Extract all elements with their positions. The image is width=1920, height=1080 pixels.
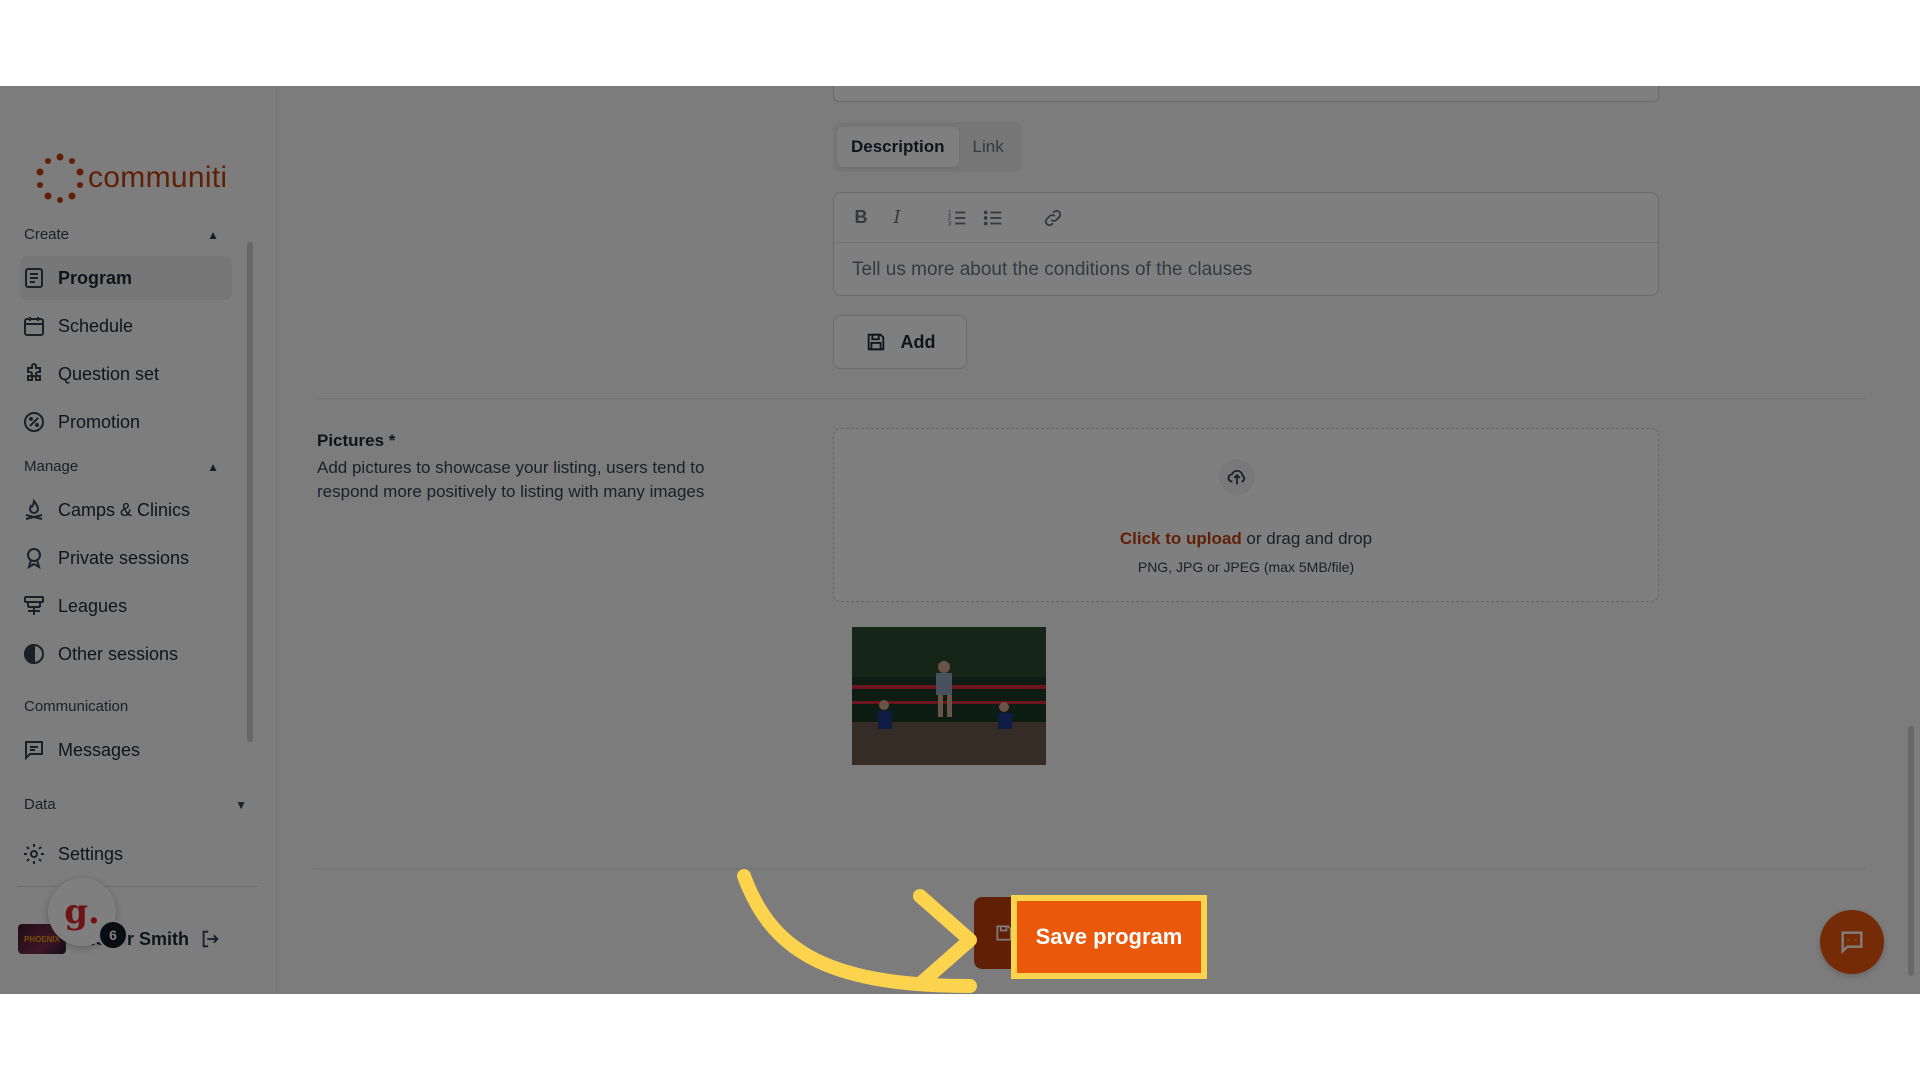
italic-icon[interactable]: I bbox=[886, 207, 908, 229]
sidebar-item-label: Settings bbox=[58, 843, 124, 864]
app-frame: communiti Create ▲ Program Schedule Ques… bbox=[0, 86, 1920, 994]
chat-widget-button[interactable] bbox=[1820, 910, 1884, 974]
chevron-up-icon: ▲ bbox=[207, 227, 219, 242]
sidebar-scrollbar[interactable] bbox=[247, 242, 253, 742]
save-icon bbox=[867, 333, 884, 351]
puzzle-icon bbox=[27, 363, 41, 381]
editor-toolbar: B I 123 bbox=[834, 193, 1658, 243]
logout-icon[interactable] bbox=[199, 928, 221, 950]
chevron-up-icon: ▲ bbox=[207, 459, 219, 474]
award-icon bbox=[27, 548, 41, 570]
upload-text: or drag and drop bbox=[1241, 529, 1373, 548]
message-icon bbox=[25, 741, 43, 761]
sidebar-item-messages[interactable]: Messages bbox=[20, 728, 232, 772]
sidebar-item-camps-clinics[interactable]: Camps & Clinics bbox=[20, 488, 232, 532]
section-label: Manage bbox=[24, 458, 79, 475]
rich-text-editor[interactable]: B I 123 Tell us more about the condition… bbox=[833, 192, 1659, 296]
pointer-arrow-icon bbox=[737, 869, 977, 993]
pictures-description: Add pictures to showcase your listing, u… bbox=[317, 458, 705, 501]
sidebar-item-label: Schedule bbox=[58, 315, 134, 336]
upload-instructions: Click to upload or drag and drop bbox=[834, 529, 1658, 549]
logo-text: communiti bbox=[88, 161, 228, 194]
sidebar-item-private-sessions[interactable]: Private sessions bbox=[20, 536, 232, 580]
sidebar-item-question-set[interactable]: Question set bbox=[20, 352, 232, 396]
campfire-icon bbox=[25, 498, 43, 520]
editor-tabs: Description Link bbox=[833, 122, 1022, 172]
sidebar-item-label: Program bbox=[58, 267, 133, 288]
sidebar-item-label: Camps & Clinics bbox=[58, 499, 191, 520]
sidebar-item-program[interactable]: Program bbox=[20, 256, 232, 300]
sidebar-item-promotion[interactable]: Promotion bbox=[20, 400, 232, 444]
sidebar-item-label: Promotion bbox=[58, 411, 141, 432]
sidebar-item-leagues[interactable]: Leagues bbox=[20, 584, 232, 628]
ordered-list-icon[interactable]: 123 bbox=[946, 207, 968, 229]
click-to-upload-link[interactable]: Click to upload bbox=[1120, 529, 1242, 548]
divider bbox=[316, 398, 1866, 399]
half-circle-icon bbox=[24, 643, 44, 665]
add-button-label: Add bbox=[900, 331, 936, 352]
logo[interactable]: communiti bbox=[34, 152, 227, 204]
sidebar-item-label: Other sessions bbox=[58, 643, 179, 664]
section-label: Create bbox=[24, 226, 70, 243]
gear-icon bbox=[24, 844, 44, 864]
upload-dropzone[interactable]: Click to upload or drag and drop PNG, JP… bbox=[833, 428, 1659, 602]
tab-link[interactable]: Link bbox=[959, 127, 1018, 167]
sidebar-item-label: Messages bbox=[58, 739, 141, 760]
bold-icon[interactable]: B bbox=[850, 207, 872, 229]
sidebar-item-label: Private sessions bbox=[58, 547, 190, 568]
divider bbox=[316, 868, 1866, 869]
bullet-list-icon[interactable] bbox=[982, 207, 1004, 229]
highlight-box bbox=[1011, 895, 1207, 979]
percent-badge-icon bbox=[24, 412, 44, 432]
sidebar-item-schedule[interactable]: Schedule bbox=[20, 304, 232, 348]
upload-cloud-icon bbox=[1219, 459, 1255, 495]
sidebar-item-label: Leagues bbox=[58, 595, 128, 616]
section-data[interactable]: Data ▼ bbox=[24, 796, 247, 813]
sidebar-item-other-sessions[interactable]: Other sessions bbox=[20, 632, 232, 676]
uploaded-picture-thumbnail[interactable] bbox=[852, 627, 1046, 765]
calendar-icon bbox=[24, 317, 44, 336]
bracket-icon bbox=[24, 596, 44, 615]
add-button[interactable]: Add bbox=[833, 315, 967, 369]
sidebar-item-label: Question set bbox=[58, 363, 160, 384]
chat-icon bbox=[1841, 931, 1863, 955]
text-input[interactable] bbox=[833, 86, 1659, 102]
section-label: Communication bbox=[24, 698, 129, 715]
upload-hint: PNG, JPG or JPEG (max 5MB/file) bbox=[1137, 559, 1355, 575]
chevron-down-icon: ▼ bbox=[235, 797, 247, 812]
section-create[interactable]: Create ▲ bbox=[24, 226, 219, 243]
notification-count-badge: 6 bbox=[98, 920, 128, 950]
svg-text:3: 3 bbox=[948, 220, 952, 227]
section-manage[interactable]: Manage ▲ bbox=[24, 458, 219, 475]
document-list-icon bbox=[25, 268, 43, 288]
main-content: Description Link B I 123 Tell us more ab… bbox=[278, 86, 1920, 994]
link-icon[interactable] bbox=[1042, 207, 1064, 229]
tab-description[interactable]: Description bbox=[837, 127, 959, 167]
logo-ring-icon bbox=[36, 153, 84, 203]
section-label: Data bbox=[24, 796, 56, 813]
editor-placeholder: Tell us more about the conditions of the… bbox=[852, 259, 1253, 280]
section-communication: Communication bbox=[24, 698, 219, 715]
sidebar: communiti Create ▲ Program Schedule Ques… bbox=[0, 86, 277, 994]
sidebar-item-settings[interactable]: Settings bbox=[20, 832, 232, 876]
pictures-title: Pictures * bbox=[317, 431, 396, 450]
main-scrollbar[interactable] bbox=[1908, 726, 1914, 976]
divider bbox=[18, 886, 258, 887]
